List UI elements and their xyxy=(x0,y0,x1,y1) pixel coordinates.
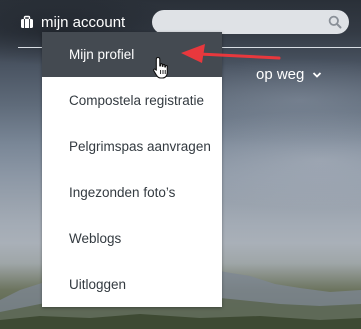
menu-item-ingezonden-fotos[interactable]: Ingezonden foto’s xyxy=(42,169,222,215)
account-label: mijn account xyxy=(41,13,126,31)
search-input[interactable] xyxy=(162,13,326,33)
mijn-account-button[interactable]: mijn account xyxy=(20,12,125,32)
menu-item-uitloggen[interactable]: Uitloggen xyxy=(42,261,222,307)
menu-item-label: Uitloggen xyxy=(69,276,127,292)
menu-item-compostela-registratie[interactable]: Compostela registratie xyxy=(42,77,222,123)
account-dropdown-menu: Mijn profiel Compostela registratie Pelg… xyxy=(42,32,222,307)
annotation-arrow-icon xyxy=(181,44,281,63)
search-box[interactable] xyxy=(152,10,349,34)
menu-item-weblogs[interactable]: Weblogs xyxy=(42,215,222,261)
hand-cursor-icon xyxy=(153,56,168,79)
menu-item-pelgrimspas-aanvragen[interactable]: Pelgrimspas aanvragen xyxy=(42,123,222,169)
menu-item-label: Ingezonden foto’s xyxy=(69,184,176,200)
briefcase-icon xyxy=(21,15,33,28)
menu-item-label: Pelgrimspas aanvragen xyxy=(69,138,211,154)
menu-item-label: Compostela registratie xyxy=(69,92,205,108)
chevron-down-icon xyxy=(313,71,322,78)
menu-item-label: Weblogs xyxy=(69,230,122,246)
search-icon[interactable] xyxy=(328,15,342,29)
menu-item-label: Mijn profiel xyxy=(69,47,135,62)
